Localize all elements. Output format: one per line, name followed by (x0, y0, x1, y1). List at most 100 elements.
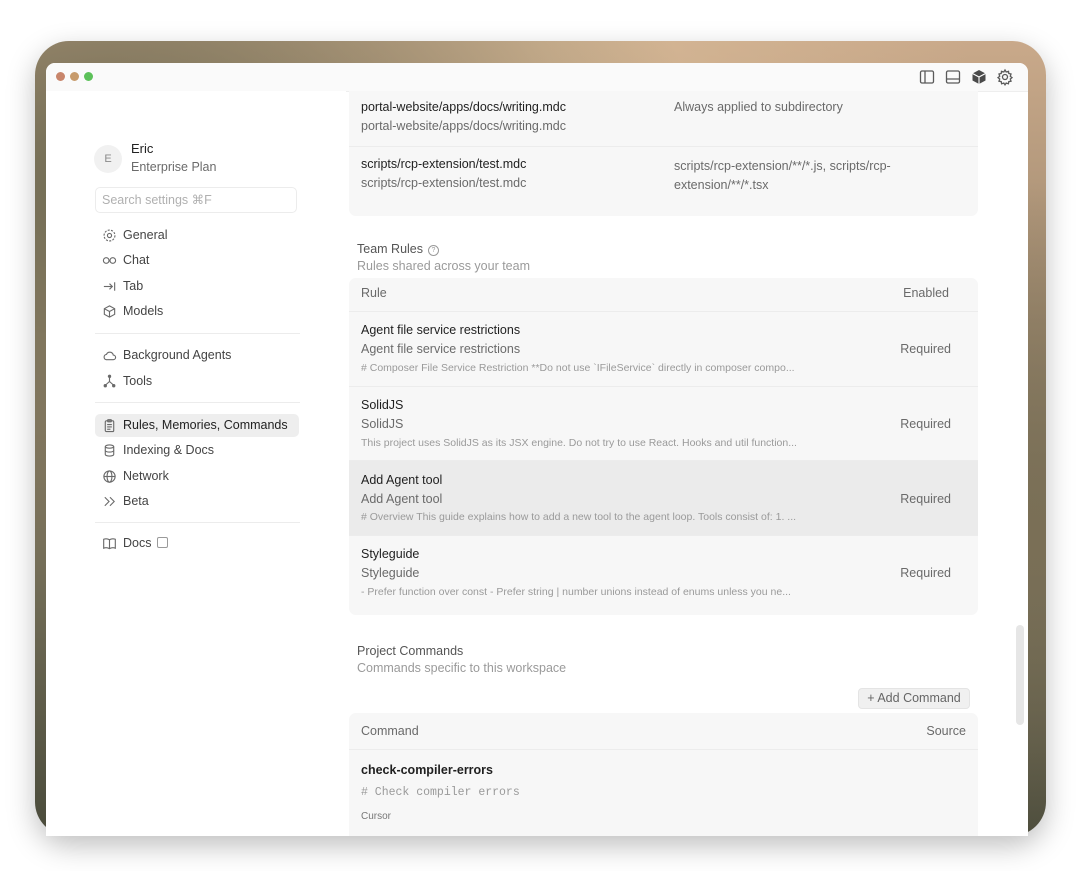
avatar: E (94, 145, 122, 173)
sidebar-item-network[interactable]: Network (95, 465, 299, 488)
command-name: check-compiler-errors (361, 763, 494, 777)
table-row[interactable]: check-compiler-errors # Check compiler e… (349, 749, 978, 836)
settings-window: E Eric Enterprise Plan General Chat Tab … (46, 63, 1028, 836)
sidebar-item-label: General (123, 228, 168, 242)
gear-icon (102, 228, 117, 243)
table-row[interactable]: Agent file service restrictions Agent fi… (349, 311, 978, 386)
rule-path: scripts/rcp-extension/test.mdc (361, 176, 527, 190)
rule-description: - Prefer function over const - Prefer st… (361, 586, 791, 598)
title-bar (46, 63, 1028, 92)
user-plan: Enterprise Plan (131, 160, 217, 174)
sidebar-item-docs[interactable]: Docs (95, 532, 299, 555)
rule-name: SolidJS (361, 398, 404, 412)
team-rules-table: Rule Enabled Agent file service restrict… (349, 278, 978, 615)
scrollbar[interactable] (1016, 625, 1024, 725)
sidebar-item-label: Tab (123, 279, 144, 293)
rule-status: Required (900, 566, 951, 580)
rule-name: portal-website/apps/docs/writing.mdc (361, 100, 566, 114)
column-header-source: Source (926, 724, 966, 738)
column-header-enabled: Enabled (903, 286, 949, 300)
sidebar-item-models[interactable]: Models (95, 300, 299, 323)
rule-subtitle: Styleguide (361, 566, 420, 580)
table-row[interactable]: Add Agent tool Add Agent tool # Overview… (349, 460, 978, 535)
sidebar-item-label: Chat (123, 253, 150, 267)
rule-subtitle: Add Agent tool (361, 492, 443, 506)
database-icon (102, 443, 117, 458)
search-input[interactable] (95, 187, 297, 213)
project-commands-table: Command Source check-compiler-errors # C… (349, 713, 978, 836)
rule-name: Add Agent tool (361, 473, 443, 487)
team-rules-title: Team Rules? (357, 242, 439, 257)
sidebar-item-background-agents[interactable]: Background Agents (95, 344, 299, 367)
sidebar-item-beta[interactable]: Beta (95, 490, 299, 513)
sidebar-item-label: Network (123, 469, 169, 483)
table-row[interactable]: Styleguide Styleguide - Prefer function … (349, 535, 978, 615)
rule-description: # Composer File Service Restriction **Do… (361, 362, 795, 374)
help-icon[interactable]: ? (428, 245, 439, 256)
rule-path: portal-website/apps/docs/writing.mdc (361, 119, 566, 133)
cube-outline-icon (102, 304, 117, 319)
rule-description: # Overview This guide explains how to ad… (361, 511, 797, 523)
sidebar-divider (95, 402, 300, 403)
clipboard-icon (102, 418, 117, 433)
infinity-icon (102, 253, 117, 268)
rule-status: Required (900, 417, 951, 431)
settings-content: portal-website/apps/docs/writing.mdc por… (346, 91, 1028, 836)
sidebar-item-tools[interactable]: Tools (95, 370, 299, 393)
sidebar-item-label: Indexing & Docs (123, 443, 215, 457)
rule-description: This project uses SolidJS as its JSX eng… (361, 437, 797, 449)
sidebar-divider (95, 522, 300, 523)
section-title-text: Team Rules (357, 242, 423, 256)
minimize-window-button[interactable] (70, 72, 79, 81)
add-command-button[interactable]: + Add Command (858, 688, 970, 709)
toggle-panel-icon[interactable] (944, 68, 962, 86)
rule-subtitle: SolidJS (361, 417, 404, 431)
project-commands-title: Project Commands (357, 644, 464, 658)
sidebar-item-label: Tools (123, 374, 153, 388)
rule-name: Agent file service restrictions (361, 323, 521, 337)
rule-name: scripts/rcp-extension/test.mdc (361, 157, 527, 171)
rule-status: Required (900, 342, 951, 356)
project-rules-table: portal-website/apps/docs/writing.mdc por… (349, 91, 978, 216)
column-header-rule: Rule (361, 286, 387, 300)
sidebar-item-indexing[interactable]: Indexing & Docs (95, 439, 299, 462)
chevrons-right-icon (102, 494, 117, 509)
command-description: # Check compiler errors (361, 786, 520, 799)
sidebar-item-rules[interactable]: Rules, Memories, Commands (95, 414, 299, 437)
maximize-window-button[interactable] (84, 72, 93, 81)
tools-icon (102, 374, 117, 389)
table-row[interactable]: portal-website/apps/docs/writing.mdc por… (349, 91, 978, 146)
rule-subtitle: Agent file service restrictions (361, 342, 521, 356)
rule-name: Styleguide (361, 547, 420, 561)
toggle-sidebar-icon[interactable] (918, 68, 936, 86)
rule-applies: Always applied to subdirectory (674, 100, 843, 114)
globe-icon (102, 469, 117, 484)
table-row[interactable]: SolidJS SolidJS This project uses SolidJ… (349, 386, 978, 460)
command-source: Cursor (361, 811, 392, 822)
table-row[interactable]: scripts/rcp-extension/test.mdc scripts/r… (349, 146, 978, 216)
sidebar-item-label: Models (123, 304, 164, 318)
close-window-button[interactable] (56, 72, 65, 81)
sidebar-item-chat[interactable]: Chat (95, 249, 299, 272)
book-icon (102, 536, 117, 551)
rule-applies: scripts/rcp-extension/**/*.js, scripts/r… (674, 159, 891, 192)
sidebar-item-label: Docs (123, 536, 152, 550)
sidebar-item-label: Rules, Memories, Commands (123, 418, 288, 432)
settings-sidebar: E Eric Enterprise Plan General Chat Tab … (46, 91, 346, 836)
cube-icon[interactable] (970, 68, 988, 86)
user-name: Eric (131, 141, 154, 156)
sidebar-item-general[interactable]: General (95, 224, 299, 247)
rule-status: Required (900, 492, 951, 506)
cloud-icon (102, 348, 117, 363)
docs-label-wrap: Docs (123, 532, 169, 555)
sidebar-divider (95, 333, 300, 334)
gear-icon[interactable] (996, 68, 1014, 86)
sidebar-item-label: Beta (123, 494, 149, 508)
team-rules-subtitle: Rules shared across your team (357, 259, 530, 273)
external-link-icon (157, 537, 169, 549)
project-commands-subtitle: Commands specific to this workspace (357, 661, 567, 675)
arrow-to-line-icon (102, 279, 117, 294)
sidebar-item-label: Background Agents (123, 348, 232, 362)
sidebar-item-tab[interactable]: Tab (95, 275, 299, 298)
column-header-command: Command (361, 724, 419, 738)
